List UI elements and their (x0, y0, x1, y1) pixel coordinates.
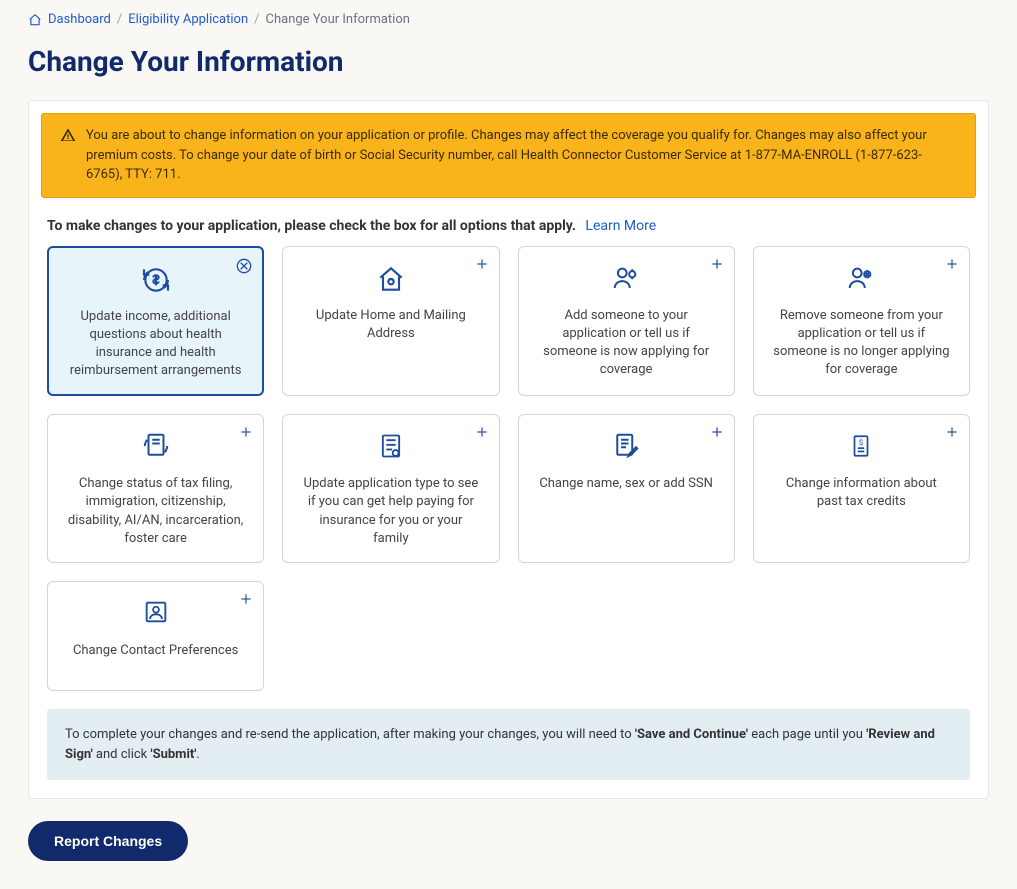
page-title: Change Your Information (28, 45, 989, 78)
plus-icon (945, 425, 959, 445)
document-refresh-icon (62, 431, 249, 465)
warning-alert: You are about to change information on y… (41, 113, 976, 198)
dollar-cycle-icon (63, 264, 248, 298)
breadcrumb-current: Change Your Information (266, 12, 410, 27)
plus-icon (710, 425, 724, 445)
warning-text: You are about to change information on y… (86, 126, 957, 185)
svg-text:$: $ (859, 438, 863, 447)
card-change-name-ssn[interactable]: Change name, sex or add SSN (518, 414, 735, 563)
plus-icon (239, 592, 253, 612)
plus-icon (475, 425, 489, 445)
card-add-someone[interactable]: Add someone to your application or tell … (518, 246, 735, 397)
card-label: Update Home and Mailing Address (297, 307, 484, 343)
content-panel: You are about to change information on y… (28, 100, 989, 799)
report-changes-button[interactable]: Report Changes (28, 821, 188, 861)
breadcrumb: Dashboard / Eligibility Application / Ch… (28, 12, 989, 27)
completion-instructions: To complete your changes and re-send the… (47, 709, 970, 780)
card-label: Change Contact Preferences (62, 642, 249, 660)
card-label: Change status of tax filing, immigration… (62, 475, 249, 548)
instructions-row: To make changes to your application, ple… (29, 210, 988, 238)
document-icon (297, 431, 484, 465)
card-change-status[interactable]: Change status of tax filing, immigration… (47, 414, 264, 563)
selected-check-icon (236, 258, 252, 280)
home-icon (28, 13, 42, 27)
separator-icon: / (117, 12, 122, 27)
document-edit-icon (533, 431, 720, 465)
card-label: Add someone to your application or tell … (533, 307, 720, 380)
plus-icon (239, 425, 253, 445)
plus-icon (710, 257, 724, 277)
user-plus-icon (533, 263, 720, 297)
card-label: Change information about past tax credit… (768, 475, 955, 511)
plus-icon (945, 257, 959, 277)
card-update-app-type[interactable]: Update application type to see if you ca… (282, 414, 499, 563)
options-grid: Update income, additional questions abou… (29, 238, 988, 710)
card-update-income[interactable]: Update income, additional questions abou… (47, 246, 264, 397)
card-remove-someone[interactable]: Remove someone from your application or … (753, 246, 970, 397)
separator-icon: / (254, 12, 259, 27)
card-update-address[interactable]: Update Home and Mailing Address (282, 246, 499, 397)
plus-icon (475, 257, 489, 277)
card-label: Change name, sex or add SSN (533, 475, 720, 493)
breadcrumb-eligibility[interactable]: Eligibility Application (128, 12, 248, 27)
house-icon (297, 263, 484, 297)
learn-more-link[interactable]: Learn More (585, 218, 656, 234)
card-label: Remove someone from your application or … (768, 307, 955, 380)
user-icon (62, 598, 249, 632)
warning-icon (60, 127, 76, 185)
breadcrumb-dashboard[interactable]: Dashboard (48, 12, 111, 27)
card-contact-preferences[interactable]: Change Contact Preferences (47, 581, 264, 691)
card-tax-credits[interactable]: $ Change information about past tax cred… (753, 414, 970, 563)
instructions-text: To make changes to your application, ple… (47, 218, 576, 234)
user-minus-icon (768, 263, 955, 297)
card-label: Update application type to see if you ca… (297, 475, 484, 548)
invoice-dollar-icon: $ (768, 431, 955, 465)
card-label: Update income, additional questions abou… (63, 308, 248, 381)
